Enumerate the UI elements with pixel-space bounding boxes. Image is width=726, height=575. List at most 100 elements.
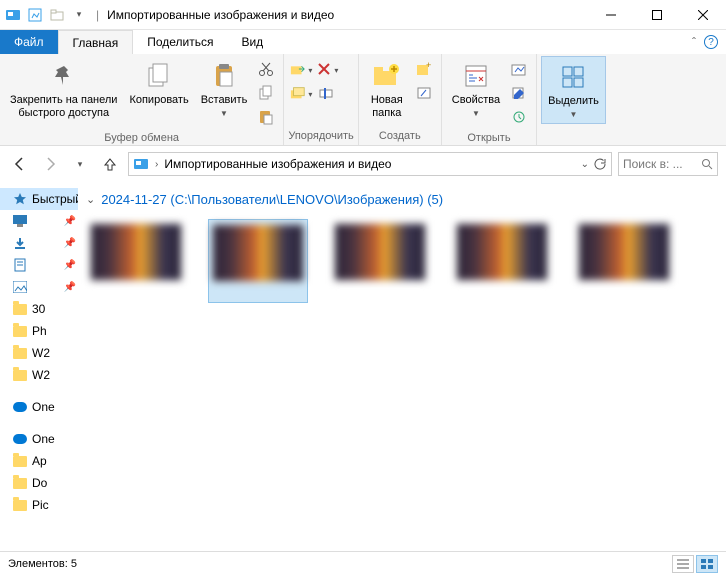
history-icon[interactable] [508,106,530,128]
pin-icon: 📌 [64,238,76,249]
window-title: Импортированные изображения и видео [103,8,588,22]
tab-share[interactable]: Поделиться [133,30,227,54]
new-folder-button[interactable]: Новая папка [363,56,411,123]
copy-label: Копировать [129,94,188,107]
quick-access-toolbar: ▾ [0,6,92,24]
view-thumbnails-button[interactable] [696,555,718,573]
view-details-button[interactable] [672,555,694,573]
svg-text:+: + [426,62,431,70]
tab-view[interactable]: Вид [227,30,277,54]
edit-icon[interactable] [508,82,530,104]
search-icon [701,158,713,170]
thumbnail-image [334,223,426,281]
minimize-button[interactable] [588,0,634,30]
back-button[interactable] [8,152,32,176]
folder-icon [12,301,28,317]
recent-dropdown-icon[interactable]: ▾ [68,152,92,176]
cut-icon[interactable] [255,58,277,80]
nav-desktop[interactable]: 📌 [0,210,78,232]
star-icon [12,191,28,207]
paste-shortcut-icon[interactable] [255,106,277,128]
pin-quick-access-button[interactable]: Закрепить на панели быстрого доступа [4,56,123,123]
address-box[interactable]: › Импортированные изображения и видео ⌄ [128,152,612,176]
thumbnail-image [90,223,182,281]
copy-path-icon[interactable] [255,82,277,104]
ribbon-collapse-icon[interactable]: ˆ [692,35,696,49]
tab-file[interactable]: Файл [0,30,58,54]
group-header[interactable]: ⌄ 2024-11-27 (C:\Пользователи\LENOVO\Изо… [86,192,718,207]
up-button[interactable] [98,152,122,176]
nav-sub-pic[interactable]: Pic [0,494,78,516]
organize-group-label: Упорядочить [288,128,353,145]
location-icon [133,156,149,172]
folder-icon [12,345,28,361]
address-bar: ▾ › Импортированные изображения и видео … [0,146,726,182]
properties-dropdown-icon[interactable]: ▼ [472,109,480,118]
new-folder-label: Новая папка [371,94,403,119]
tab-home[interactable]: Главная [58,30,134,54]
nav-downloads[interactable]: 📌 [0,232,78,254]
file-thumbnail[interactable]: . [208,219,308,303]
file-thumbnail[interactable]: . [86,219,186,303]
ribbon-tabs: Файл Главная Поделиться Вид ˆ ? [0,30,726,54]
rename-icon[interactable] [316,82,338,104]
file-list-area[interactable]: ⌄ 2024-11-27 (C:\Пользователи\LENOVO\Изо… [78,182,726,551]
file-thumbnail[interactable]: . [574,219,674,303]
new-item-icon[interactable]: + [413,58,435,80]
copy-button[interactable]: Копировать [123,56,194,111]
search-input[interactable]: Поиск в: ... [618,152,718,176]
nav-onedrive-2[interactable]: One [0,428,78,450]
app-icon [4,6,22,24]
cloud-icon [12,431,28,447]
pin-label: Закрепить на панели быстрого доступа [10,94,117,119]
select-label: Выделить [548,95,599,108]
nav-folder-w2a[interactable]: W2 [0,342,78,364]
nav-documents[interactable]: 📌 [0,254,78,276]
qat-newfolder-icon[interactable] [48,6,66,24]
nav-quick-access[interactable]: Быстрый доступ [0,188,78,210]
delete-icon[interactable]: ▾ [316,58,338,80]
properties-label: Свойства [452,94,500,107]
title-separator: | [92,8,103,22]
maximize-button[interactable] [634,0,680,30]
new-folder-icon [371,60,403,92]
select-button[interactable]: Выделить ▼ [541,56,606,124]
close-button[interactable] [680,0,726,30]
nav-sub-ap[interactable]: Ap [0,450,78,472]
properties-button[interactable]: Свойства ▼ [446,56,506,122]
move-to-icon[interactable]: ▾ [290,58,312,80]
breadcrumb[interactable]: Импортированные изображения и видео [164,157,391,171]
ribbon-group-clipboard: Закрепить на панели быстрого доступа Коп… [0,54,284,145]
file-thumbnail[interactable]: . [330,219,430,303]
file-thumbnail[interactable]: . [452,219,552,303]
navigation-pane[interactable]: Быстрый доступ 📌 📌 📌 📌 30 Ph W2 W2 One O… [0,182,78,551]
group-collapse-icon[interactable]: ⌄ [86,193,95,206]
thumbnail-image [456,223,548,281]
refresh-icon[interactable] [593,157,607,171]
qat-properties-icon[interactable] [26,6,44,24]
nav-pictures[interactable]: 📌 [0,276,78,298]
easy-access-icon[interactable] [413,82,435,104]
folder-icon [12,497,28,513]
ribbon-group-create: Новая папка + Создать [359,54,442,145]
help-icon[interactable]: ? [704,35,718,49]
open-icon[interactable] [508,58,530,80]
nav-folder-30[interactable]: 30 [0,298,78,320]
paste-icon [208,60,240,92]
select-dropdown-icon[interactable]: ▼ [570,110,578,119]
paste-button[interactable]: Вставить ▼ [195,56,254,122]
nav-folder-w2b[interactable]: W2 [0,364,78,386]
address-dropdown-icon[interactable]: ⌄ [581,159,589,170]
nav-sub-do[interactable]: Do [0,472,78,494]
ribbon-group-select: Выделить ▼ [537,54,610,145]
copy-to-icon[interactable]: ▾ [290,82,312,104]
create-group-label: Создать [363,128,437,145]
qat-dropdown-icon[interactable]: ▾ [70,6,88,24]
thumbnail-image [212,224,304,282]
thumbnail-grid: . . . . . [86,219,718,303]
ribbon: Закрепить на панели быстрого доступа Коп… [0,54,726,146]
forward-button[interactable] [38,152,62,176]
paste-dropdown-icon[interactable]: ▼ [220,109,228,118]
nav-folder-ph[interactable]: Ph [0,320,78,342]
nav-onedrive-1[interactable]: One [0,396,78,418]
